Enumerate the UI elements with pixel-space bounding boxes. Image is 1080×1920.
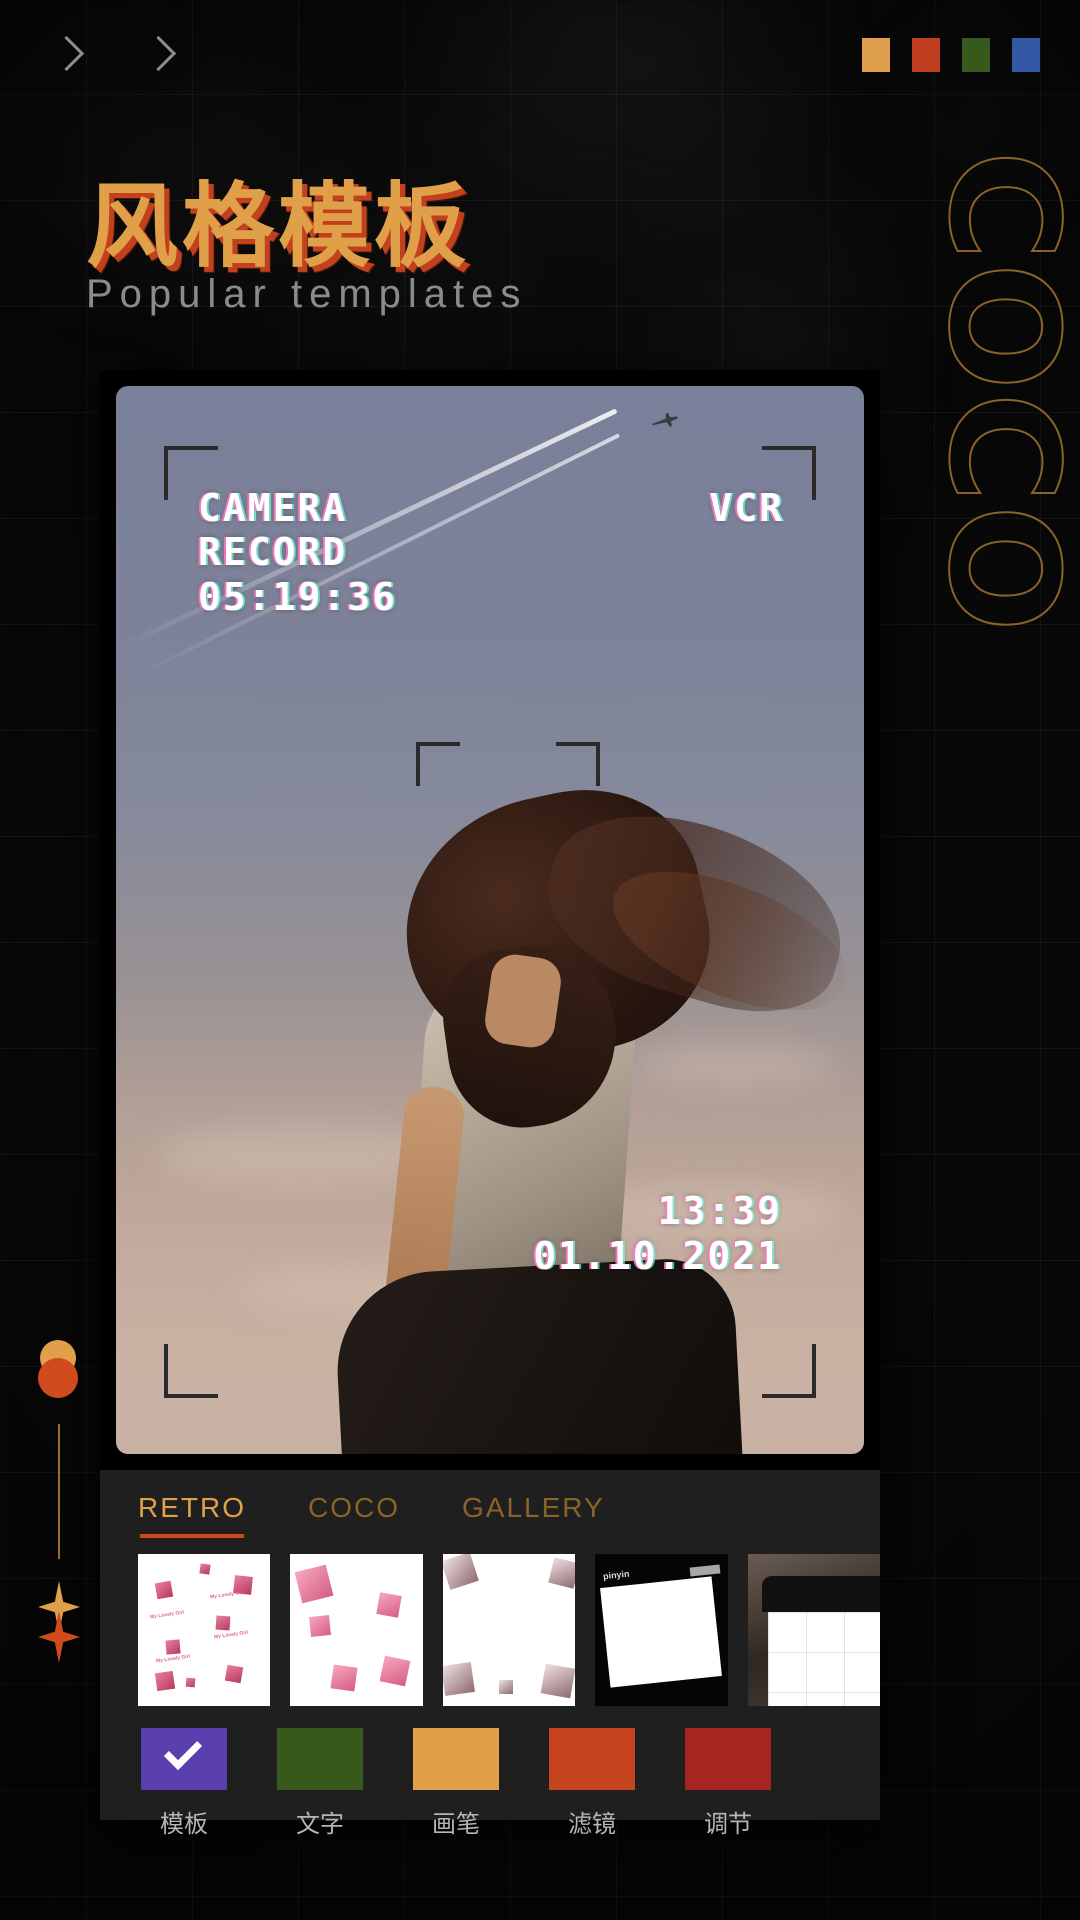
vcr-status-block: CAMERA RECORD 05:19:36: [198, 486, 397, 619]
chevron-right-icon[interactable]: [134, 32, 180, 78]
thumb-caption: My Lovely Girl: [209, 1589, 245, 1601]
vcr-datetime-block: 13:39 01.10.2021: [533, 1189, 782, 1279]
tab-label: GALLERY: [462, 1492, 605, 1523]
corner-bracket: [164, 1344, 218, 1398]
heart-icon: [540, 1663, 576, 1699]
rail-dot-orange: [38, 1358, 78, 1398]
tool-chip[interactable]: [277, 1728, 363, 1790]
tool-label: 模板: [160, 1810, 208, 1838]
template-tabs: RETRO COCO GALLERY: [100, 1470, 880, 1538]
thumb-caption: pinyin: [602, 1568, 631, 1582]
heart-icon: [165, 1639, 181, 1655]
left-rail-decoration: [34, 1340, 114, 1665]
preview-photo[interactable]: CAMERA RECORD 05:19:36 VCR 13:39 01.10.2…: [116, 386, 864, 1454]
tab-retro[interactable]: RETRO: [138, 1492, 246, 1538]
template-hearts-3d[interactable]: [290, 1554, 423, 1706]
heart-icon: [376, 1592, 403, 1618]
thumb-caption: My Lovely Girl: [213, 1629, 249, 1641]
template-phone-black[interactable]: pinyin: [595, 1554, 728, 1706]
heart-icon: [309, 1615, 332, 1637]
tab-coco[interactable]: COCO: [308, 1492, 400, 1538]
tool-模板[interactable]: 模板: [138, 1728, 230, 1839]
check-icon: [163, 1731, 203, 1771]
editor-panel: RETRO COCO GALLERY My Lovely Girl My Lovely…: [100, 1470, 881, 1838]
template-phone-screen[interactable]: [747, 1554, 881, 1706]
tool-label: 调节: [704, 1810, 752, 1838]
tab-label: COCO: [308, 1492, 400, 1523]
heart-icon: [154, 1670, 176, 1692]
tool-文字[interactable]: 文字: [274, 1728, 366, 1839]
heart-icon: [295, 1564, 334, 1604]
template-thumbnail-list: My Lovely Girl My Lovely Girl My Lovely Gi…: [100, 1538, 881, 1706]
rail-sparkles: [34, 1581, 94, 1665]
photo-frame: CAMERA RECORD 05:19:36 VCR 13:39 01.10.2…: [100, 370, 880, 1470]
vcr-clock: 13:39: [657, 1189, 782, 1234]
heart-icon: [442, 1662, 475, 1696]
tool-chip[interactable]: [685, 1728, 771, 1790]
tool-调节[interactable]: 调节: [682, 1728, 774, 1839]
heart-icon: [330, 1664, 358, 1692]
thumb-statusbar: [689, 1564, 721, 1577]
swatch-row: [862, 38, 1040, 72]
vcr-record-label: RECORD: [198, 530, 348, 575]
page-title: 风格模板: [86, 173, 471, 280]
heart-icon: [379, 1655, 411, 1687]
tab-gallery[interactable]: GALLERY: [462, 1492, 605, 1538]
tool-label: 画笔: [432, 1810, 480, 1838]
heart-icon: [185, 1677, 196, 1688]
heart-icon: [224, 1664, 244, 1684]
heart-icon: [498, 1680, 513, 1694]
heart-icon: [442, 1554, 479, 1590]
vcr-timecode: 05:19:36: [198, 574, 398, 619]
swatch-red[interactable]: [912, 38, 940, 72]
vcr-mode-label: VCR: [709, 486, 784, 530]
tool-label: 滤镜: [568, 1810, 616, 1838]
thumb-caption: My Lovely Girl: [149, 1609, 185, 1621]
heart-icon: [199, 1563, 211, 1575]
editor-toolbar: 模板 文字 画笔 滤镜 调节: [100, 1706, 880, 1839]
vcr-camera-label: CAMERA: [198, 486, 348, 530]
page-subtitle: Popular templates: [86, 272, 528, 316]
top-bar: [0, 0, 1080, 110]
chevron-right-icon[interactable]: [42, 32, 88, 78]
swatch-amber[interactable]: [862, 38, 890, 72]
template-preview-card: CAMERA RECORD 05:19:36 VCR 13:39 01.10.2…: [100, 370, 881, 1838]
rail-line: [58, 1424, 60, 1559]
swatch-green[interactable]: [962, 38, 990, 72]
sparkle-icon: [38, 1611, 80, 1663]
tool-chip[interactable]: [413, 1728, 499, 1790]
tool-滤镜[interactable]: 滤镜: [546, 1728, 638, 1839]
heart-icon: [154, 1580, 174, 1600]
thumb-caption: My Lovely Girl: [155, 1653, 191, 1665]
tool-chip[interactable]: [549, 1728, 635, 1790]
focus-bracket: [556, 742, 600, 786]
thumb-phone-header: [761, 1576, 881, 1612]
tool-label: 文字: [296, 1810, 344, 1838]
focus-bracket: [416, 742, 460, 786]
template-pearl-hearts[interactable]: [442, 1554, 576, 1706]
tool-画笔[interactable]: 画笔: [410, 1728, 502, 1839]
corner-bracket: [762, 1344, 816, 1398]
vcr-date: 01.10.2021: [533, 1234, 782, 1279]
thumb-white-card: [600, 1576, 723, 1688]
heart-icon: [215, 1615, 231, 1631]
tab-label: RETRO: [138, 1492, 246, 1523]
tool-chip[interactable]: [141, 1728, 227, 1790]
heart-icon: [548, 1557, 576, 1589]
template-hearts-text[interactable]: My Lovely Girl My Lovely Girl My Lovely Gi…: [138, 1554, 271, 1706]
rail-dots: [34, 1340, 96, 1402]
swatch-blue[interactable]: [1012, 38, 1040, 72]
thumb-phone-grid: [767, 1612, 881, 1706]
